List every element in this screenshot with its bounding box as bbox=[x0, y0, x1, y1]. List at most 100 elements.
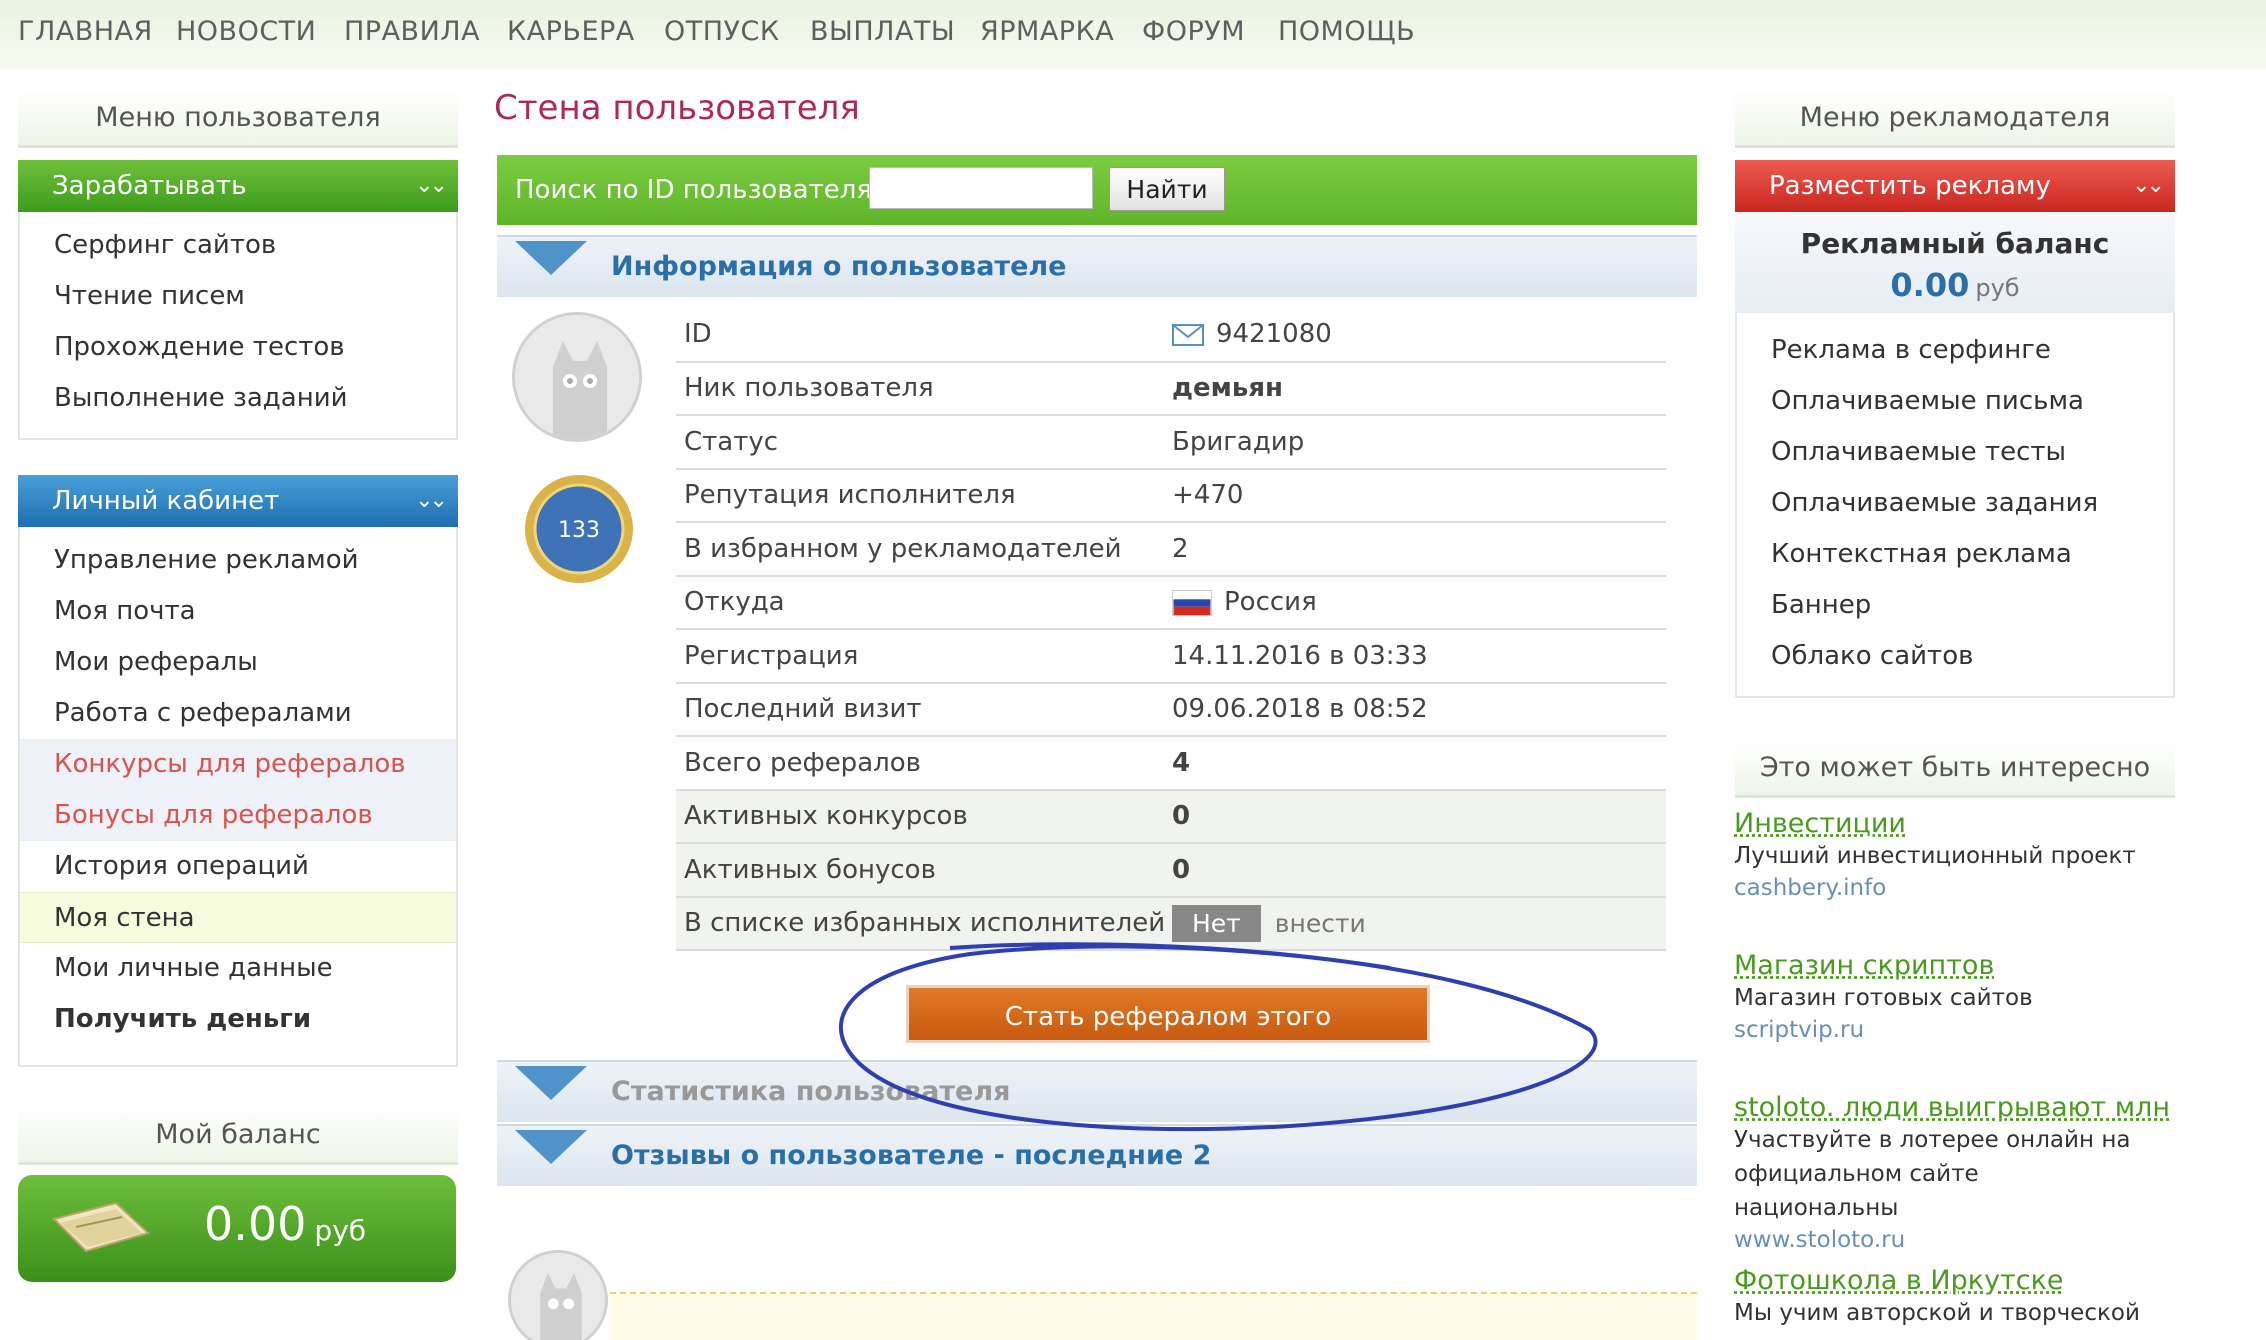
collapse-icon[interactable]: ⌄⌄ bbox=[2132, 160, 2161, 212]
row-value-location: Россия bbox=[1172, 576, 1666, 630]
interesting-desc: Мы учим авторской и творческой bbox=[1734, 1296, 2144, 1330]
collapse-icon[interactable]: ⌄⌄ bbox=[415, 475, 444, 527]
row-key: Откуда bbox=[676, 576, 1172, 630]
user-info-title: Информация о пользователе bbox=[611, 251, 1066, 282]
ad-balance: Рекламный баланс 0.00 руб bbox=[1735, 213, 2175, 313]
no-badge: Нет bbox=[1172, 905, 1261, 942]
table-row: Активных бонусов 0 bbox=[676, 843, 1666, 897]
nav-kariera[interactable]: КАРЬЕРА bbox=[507, 16, 635, 47]
add-to-favorites-link[interactable]: внести bbox=[1275, 909, 1366, 938]
menu-item-surfing[interactable]: Серфинг сайтов bbox=[20, 220, 456, 271]
row-value-last-visit: 09.06.2018 в 08:52 bbox=[1172, 683, 1666, 737]
interesting-url[interactable]: scriptvip.ru bbox=[1734, 1017, 2144, 1043]
menu-item-site-cloud[interactable]: Облако сайтов bbox=[1737, 631, 2173, 682]
row-value-favorites: 2 bbox=[1172, 522, 1666, 576]
hand-drawn-circle-annotation bbox=[830, 940, 1630, 1140]
menu-item-my-referrals[interactable]: Мои рефералы bbox=[20, 637, 456, 688]
menu-item-paid-mail[interactable]: Оплачиваемые письма bbox=[1737, 376, 2173, 427]
nav-novosti[interactable]: НОВОСТИ bbox=[176, 16, 316, 47]
interesting-url[interactable]: www.stoloto.ru bbox=[1734, 1227, 2170, 1253]
row-value-total-referrals: 4 bbox=[1172, 736, 1666, 790]
row-value-reputation: +470 bbox=[1172, 469, 1666, 523]
menu-item-ad-management[interactable]: Управление рекламой bbox=[20, 535, 456, 586]
menu-item-referral-bonuses[interactable]: Бонусы для рефералов bbox=[20, 790, 456, 841]
row-key: Статус bbox=[676, 415, 1172, 469]
mail-icon[interactable] bbox=[1172, 324, 1204, 346]
place-ad-header[interactable]: Разместить рекламу ⌄⌄ bbox=[1735, 160, 2175, 212]
balance-currency: руб bbox=[314, 1214, 366, 1247]
interesting-link[interactable]: stoloto. люди выигрывают млн bbox=[1734, 1092, 2170, 1123]
menu-item-paid-tasks[interactable]: Оплачиваемые задания bbox=[1737, 478, 2173, 529]
find-button[interactable]: Найти bbox=[1109, 167, 1225, 211]
user-menu-header: Меню пользователя bbox=[18, 88, 458, 148]
interesting-link[interactable]: Инвестиции bbox=[1734, 808, 2144, 839]
table-row: Откуда Россия bbox=[676, 576, 1666, 630]
menu-item-paid-tests[interactable]: Оплачиваемые тесты bbox=[1737, 427, 2173, 478]
menu-item-surf-ad[interactable]: Реклама в серфинге bbox=[1737, 325, 2173, 376]
top-navigation: ГЛАВНАЯ НОВОСТИ ПРАВИЛА КАРЬЕРА ОТПУСК В… bbox=[0, 0, 2266, 70]
interesting-item: stoloto. люди выигрывают млн Участвуйте … bbox=[1734, 1092, 2170, 1253]
menu-item-context-ad[interactable]: Контекстная реклама bbox=[1737, 529, 2173, 580]
cat-avatar-icon bbox=[511, 1253, 608, 1340]
menu-item-tasks[interactable]: Выполнение заданий bbox=[20, 373, 456, 424]
section-toggle-icon bbox=[515, 1130, 587, 1164]
menu-item-my-wall[interactable]: Моя стена bbox=[20, 892, 456, 943]
nav-pomosch[interactable]: ПОМОЩЬ bbox=[1278, 16, 1415, 47]
interesting-link[interactable]: Магазин скриптов bbox=[1734, 950, 2144, 981]
row-value-status: Бригадир bbox=[1172, 415, 1666, 469]
balance-box: 0.00 руб bbox=[18, 1175, 456, 1282]
menu-item-referral-work[interactable]: Работа с рефералами bbox=[20, 688, 456, 739]
nav-forum[interactable]: ФОРУМ bbox=[1142, 16, 1245, 47]
advertiser-menu: Реклама в серфинге Оплачиваемые письма О… bbox=[1735, 313, 2175, 698]
interesting-link[interactable]: Фотошкола в Иркутске bbox=[1734, 1265, 2144, 1296]
interesting-header: Это может быть интересно bbox=[1735, 738, 2175, 798]
cat-avatar-icon bbox=[515, 315, 642, 442]
balance-amount: 0.00 руб bbox=[204, 1197, 366, 1251]
earn-menu-header[interactable]: Зарабатывать ⌄⌄ bbox=[18, 160, 458, 212]
menu-item-referral-contests[interactable]: Конкурсы для рефералов bbox=[20, 739, 456, 790]
table-row: Ник пользователя демьян bbox=[676, 362, 1666, 416]
table-row: ID 9421080 bbox=[676, 308, 1666, 362]
advertiser-menu-header: Меню рекламодателя bbox=[1735, 88, 2175, 148]
table-row: Всего рефералов 4 bbox=[676, 736, 1666, 790]
user-info-section-header[interactable]: Информация о пользователе bbox=[497, 235, 1697, 297]
cabinet-menu-title: Личный кабинет bbox=[52, 486, 279, 516]
row-key: Всего рефералов bbox=[676, 736, 1172, 790]
balance-header: Мой баланс bbox=[18, 1105, 458, 1165]
place-ad-title: Разместить рекламу bbox=[1769, 171, 2051, 201]
menu-item-withdraw[interactable]: Получить деньги bbox=[20, 994, 456, 1045]
menu-item-my-mail[interactable]: Моя почта bbox=[20, 586, 456, 637]
row-key: Репутация исполнителя bbox=[676, 469, 1172, 523]
cabinet-menu: Управление рекламой Моя почта Мои рефера… bbox=[18, 527, 458, 1067]
nav-pravila[interactable]: ПРАВИЛА bbox=[344, 16, 480, 47]
row-value-bonuses: 0 bbox=[1172, 843, 1666, 897]
row-key: В избранном у рекламодателей bbox=[676, 522, 1172, 576]
section-toggle-icon bbox=[515, 241, 587, 275]
collapse-icon[interactable]: ⌄⌄ bbox=[415, 160, 444, 212]
menu-item-history[interactable]: История операций bbox=[20, 841, 456, 892]
nav-otpusk[interactable]: ОТПУСК bbox=[664, 16, 780, 47]
nav-glavnaya[interactable]: ГЛАВНАЯ bbox=[18, 16, 153, 47]
row-key: Ник пользователя bbox=[676, 362, 1172, 416]
row-value-contests: 0 bbox=[1172, 790, 1666, 844]
user-id-input[interactable] bbox=[869, 167, 1093, 209]
nav-vyplaty[interactable]: ВЫПЛАТЫ bbox=[810, 16, 955, 47]
table-row: Последний визит 09.06.2018 в 08:52 bbox=[676, 683, 1666, 737]
nav-yarmarka[interactable]: ЯРМАРКА bbox=[980, 16, 1114, 47]
menu-item-reading-mail[interactable]: Чтение писем bbox=[20, 271, 456, 322]
row-key: Регистрация bbox=[676, 629, 1172, 683]
cabinet-menu-header[interactable]: Личный кабинет ⌄⌄ bbox=[18, 475, 458, 527]
interesting-desc: Магазин готовых сайтов bbox=[1734, 981, 2144, 1015]
menu-item-personal-data[interactable]: Мои личные данные bbox=[20, 943, 456, 994]
earn-menu: Серфинг сайтов Чтение писем Прохождение … bbox=[18, 212, 458, 440]
menu-item-tests[interactable]: Прохождение тестов bbox=[20, 322, 456, 373]
review-avatar bbox=[508, 1250, 608, 1340]
earn-menu-title: Зарабатывать bbox=[52, 171, 246, 201]
medal-number: 133 bbox=[558, 518, 600, 543]
row-value-id: 9421080 bbox=[1172, 308, 1666, 362]
menu-item-banner[interactable]: Баннер bbox=[1737, 580, 2173, 631]
table-row: Статус Бригадир bbox=[676, 415, 1666, 469]
interesting-url[interactable]: cashbery.info bbox=[1734, 875, 2144, 901]
table-row: В избранном у рекламодателей 2 bbox=[676, 522, 1666, 576]
interesting-item: Фотошкола в Иркутске Мы учим авторской и… bbox=[1734, 1265, 2144, 1330]
